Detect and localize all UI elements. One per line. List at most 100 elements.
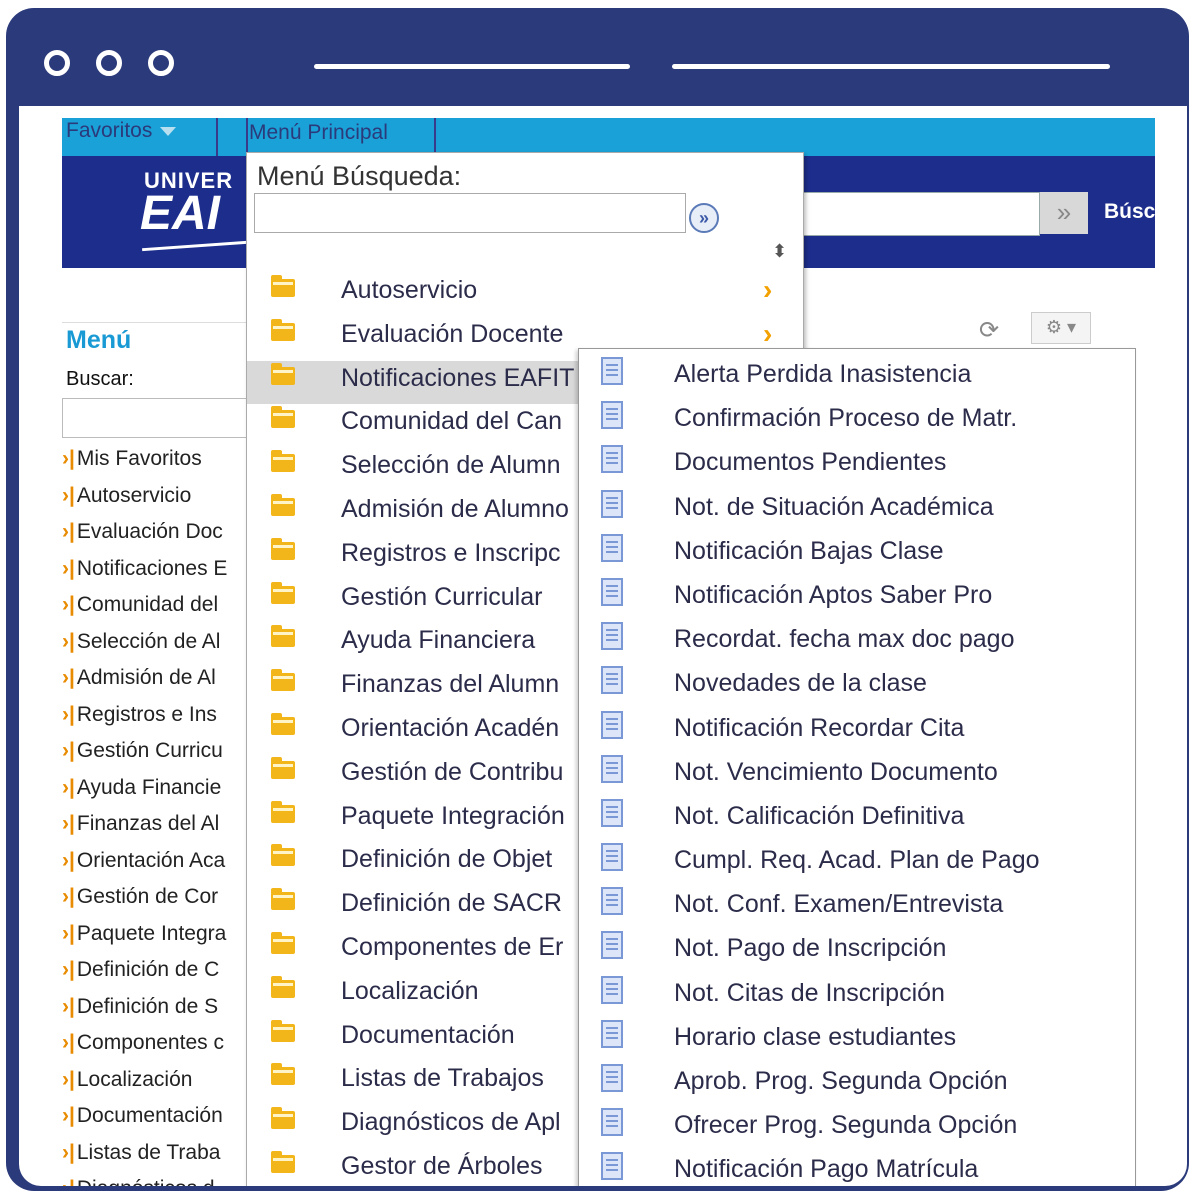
chevron-right-icon: ›| bbox=[62, 556, 75, 580]
left-nav-item-label: Ayuda Financie bbox=[76, 775, 222, 799]
folder-icon bbox=[271, 1063, 295, 1086]
submenu-item-label: Not. Pago de Inscripción bbox=[674, 934, 947, 963]
address-bar-line bbox=[672, 64, 1110, 69]
folder-icon bbox=[271, 931, 295, 954]
submenu-item[interactable]: Not. Conf. Examen/Entrevista bbox=[579, 887, 1135, 933]
submenu-item-label: Cumpl. Req. Acad. Plan de Pago bbox=[674, 846, 1040, 875]
submenu-item[interactable]: Not. de Situación Académica bbox=[579, 489, 1135, 536]
left-nav-item[interactable]: ›|Documentación bbox=[62, 1101, 247, 1138]
left-nav-item[interactable]: ›|Registros e Ins bbox=[62, 700, 247, 737]
submenu-item[interactable]: Not. Vencimiento Documento bbox=[579, 754, 1135, 801]
header-search-label[interactable]: Búsc bbox=[1104, 200, 1155, 224]
document-icon bbox=[601, 666, 623, 695]
left-nav-item-label: Definición de C bbox=[76, 958, 220, 981]
submenu-item[interactable]: Confirmación Proceso de Matr. bbox=[579, 401, 1135, 447]
folder-icon bbox=[271, 625, 295, 648]
document-icon bbox=[601, 798, 623, 827]
menu-folder-label: Gestor de Árboles bbox=[341, 1151, 543, 1180]
chevron-right-icon: ›| bbox=[62, 1177, 75, 1186]
divider bbox=[246, 118, 248, 156]
folder-icon bbox=[271, 318, 295, 341]
left-nav-item[interactable]: ›|Ayuda Financie bbox=[62, 773, 247, 810]
left-nav-item[interactable]: ›|Listas de Traba bbox=[62, 1138, 247, 1175]
folder-icon bbox=[271, 888, 295, 911]
left-nav-item-label: Localización bbox=[76, 1067, 193, 1091]
header-search-button[interactable]: » bbox=[1040, 192, 1088, 234]
left-nav-item[interactable]: ›|Selección de Al bbox=[62, 627, 247, 664]
chevron-right-icon: ›| bbox=[62, 629, 75, 653]
menu-folder-label: Diagnósticos de Apl bbox=[341, 1108, 561, 1137]
left-nav-item-label: Notificaciones E bbox=[76, 556, 228, 580]
submenu-item[interactable]: Ofrecer Prog. Segunda Opción bbox=[579, 1108, 1135, 1154]
submenu-item[interactable]: Not. Citas de Inscripción bbox=[579, 975, 1135, 1022]
favorites-menu[interactable]: Favoritos bbox=[66, 118, 216, 156]
left-nav-item[interactable]: ›|Notificaciones E bbox=[62, 554, 247, 591]
folder-icon bbox=[271, 800, 295, 823]
left-nav-item[interactable]: ›|Mis Favoritos bbox=[62, 444, 247, 481]
left-nav-item[interactable]: ›|Gestión Curricu bbox=[62, 736, 247, 773]
gear-icon[interactable]: ⚙ ▾ bbox=[1031, 312, 1091, 344]
submenu-item[interactable]: Horario clase estudiantes bbox=[579, 1019, 1135, 1066]
left-nav-item[interactable]: ›|Localización bbox=[62, 1065, 247, 1102]
submenu-item[interactable]: Aprob. Prog. Segunda Opción bbox=[579, 1064, 1135, 1110]
folder-icon bbox=[271, 669, 295, 692]
chevron-right-icon: ›| bbox=[62, 483, 75, 507]
menu-search-go-button[interactable]: » bbox=[689, 203, 719, 233]
chevron-right-icon: ›| bbox=[62, 447, 75, 470]
submenu-item[interactable]: Documentos Pendientes bbox=[579, 445, 1135, 491]
folder-icon bbox=[271, 406, 295, 429]
submenu-item[interactable]: Cumpl. Req. Acad. Plan de Pago bbox=[579, 843, 1135, 889]
logo-underline bbox=[142, 239, 262, 252]
main-menu-tab[interactable]: Menú Principal bbox=[249, 118, 434, 156]
submenu-item[interactable]: Novedades de la clase bbox=[579, 666, 1135, 712]
left-nav-item[interactable]: ›|Evaluación Doc bbox=[62, 517, 247, 554]
left-nav-item[interactable]: ›|Gestión de Cor bbox=[62, 882, 247, 919]
left-search-input[interactable] bbox=[62, 398, 247, 438]
document-icon bbox=[601, 1019, 623, 1048]
submenu-item[interactable]: Notificación Aptos Saber Pro bbox=[579, 577, 1135, 624]
left-nav-item[interactable]: ›|Definición de C bbox=[62, 955, 247, 992]
left-nav-list: ›|Mis Favoritos ›|Autoservicio ›|Evaluació… bbox=[62, 444, 247, 1186]
submenu-item-label: Confirmación Proceso de Matr. bbox=[674, 404, 1018, 433]
submenu-item[interactable]: Notificación Bajas Clase bbox=[579, 533, 1135, 580]
left-nav-item-label: Selección de Al bbox=[76, 629, 221, 653]
document-icon bbox=[601, 843, 623, 872]
notificaciones-submenu: Alerta Perdida Inasistencia Confirmación … bbox=[578, 348, 1136, 1186]
left-nav-item[interactable]: ›|Admisión de Al bbox=[62, 663, 247, 700]
left-nav-item-label: Listas de Traba bbox=[76, 1140, 221, 1164]
left-nav-item[interactable]: ›|Paquete Integra bbox=[62, 919, 247, 956]
left-nav-item[interactable]: ›|Finanzas del Al bbox=[62, 809, 247, 846]
left-nav-item-label: Orientación Aca bbox=[76, 848, 226, 872]
left-nav-item[interactable]: ›|Comunidad del bbox=[62, 590, 247, 627]
menu-search-input[interactable] bbox=[254, 193, 686, 233]
chevron-right-icon: ›| bbox=[62, 1031, 75, 1054]
submenu-item[interactable]: Notificación Recordar Cita bbox=[579, 710, 1135, 757]
submenu-item[interactable]: Not. Pago de Inscripción bbox=[579, 931, 1135, 977]
menu-folder-label: Registros e Inscripc bbox=[341, 538, 561, 567]
submenu-item[interactable]: Alerta Perdida Inasistencia bbox=[579, 357, 1135, 403]
left-nav-item[interactable]: ›|Orientación Aca bbox=[62, 846, 247, 883]
document-icon bbox=[601, 1108, 623, 1137]
submenu-item[interactable]: Notificación Pago Matrícula bbox=[579, 1152, 1135, 1186]
submenu-item[interactable]: Recordat. fecha max doc pago bbox=[579, 622, 1135, 668]
left-nav-title: Menú bbox=[66, 326, 132, 354]
left-nav-item[interactable]: ›|Componentes c bbox=[62, 1028, 247, 1065]
folder-icon bbox=[271, 362, 295, 385]
left-nav-item[interactable]: ›|Autoservicio bbox=[62, 481, 247, 518]
chevron-right-icon: ›| bbox=[62, 1140, 75, 1164]
document-icon bbox=[601, 622, 623, 651]
submenu-item-label: Notificación Aptos Saber Pro bbox=[674, 580, 993, 609]
left-nav-item[interactable]: ›|Definición de S bbox=[62, 992, 247, 1029]
folder-icon bbox=[271, 975, 295, 998]
refresh-icon[interactable]: ⟳ bbox=[979, 316, 999, 345]
menu-folder-item[interactable]: Autoservicio › bbox=[247, 273, 803, 317]
chevron-right-icon: ›| bbox=[62, 593, 75, 616]
left-nav-item[interactable]: ›|Diagnósticos d bbox=[62, 1174, 247, 1186]
submenu-item[interactable]: Not. Calificación Definitiva bbox=[579, 798, 1135, 845]
folder-icon bbox=[271, 537, 295, 560]
window-dot-icon bbox=[148, 50, 174, 76]
document-icon bbox=[601, 1152, 623, 1181]
submenu-item-label: Notificación Bajas Clase bbox=[674, 536, 944, 565]
menu-folder-label: Comunidad del Can bbox=[341, 407, 562, 436]
scroll-arrows-icon[interactable]: ⬍ bbox=[772, 241, 787, 262]
